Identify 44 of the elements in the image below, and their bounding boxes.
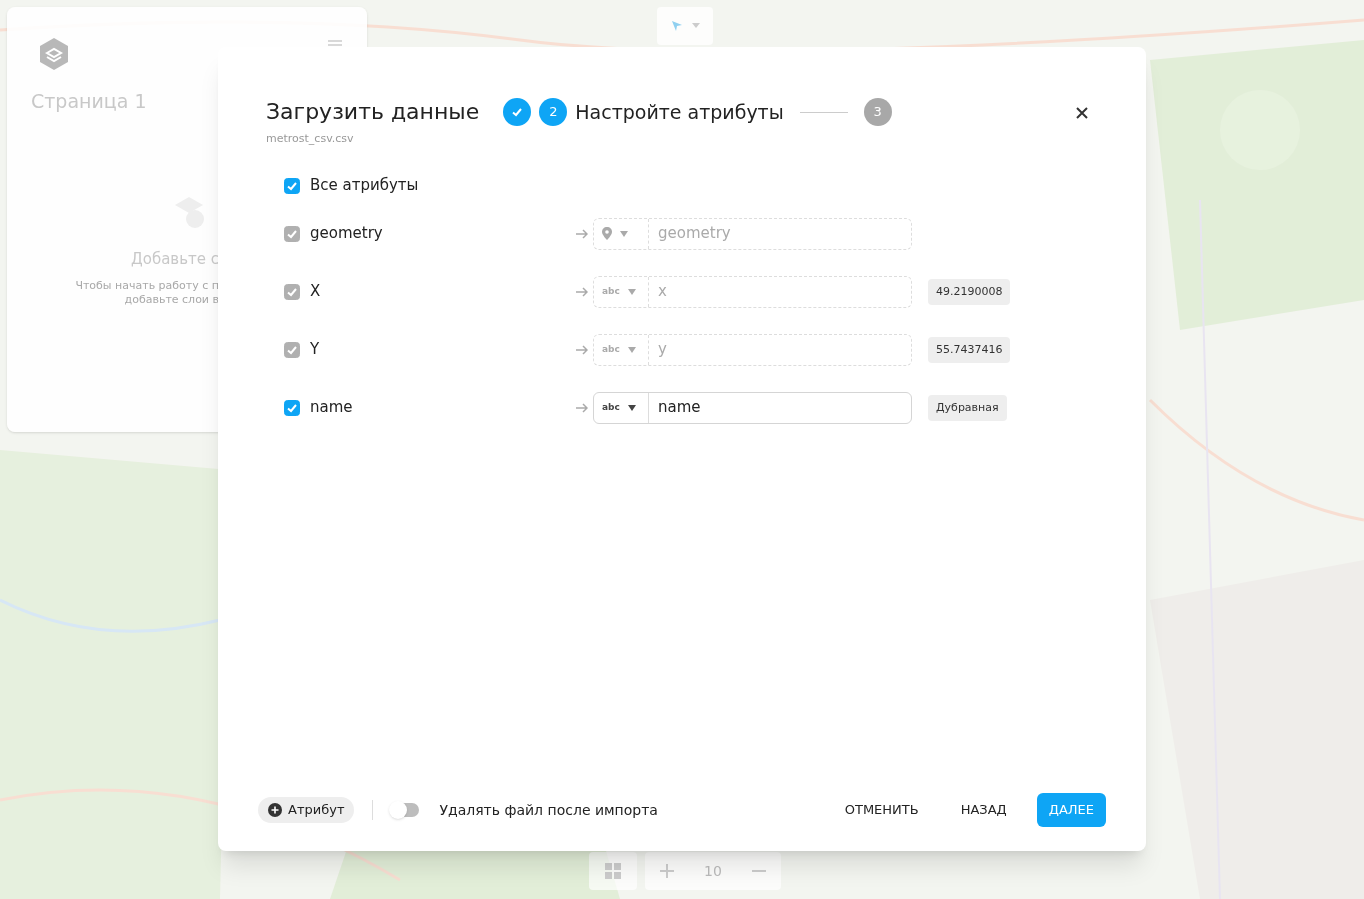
zoom-in-icon[interactable] [660,864,674,878]
select-tool-icon[interactable] [670,19,684,33]
step-number: 3 [863,98,892,126]
arrow-icon [576,228,588,239]
field-value: geometry [657,223,731,245]
dialog-title: Загрузить данные [266,98,480,126]
caret-icon[interactable] [627,404,636,411]
sample-value: Дубравная [928,394,1007,421]
type-label: abc [602,284,620,298]
toggle-label: Удалять файл после импорта [439,800,658,820]
field-value: x [657,281,667,303]
plus-circle-icon [268,803,282,817]
hint-text: Чтобы начать работу с п [75,279,219,293]
type-label: abc [602,400,620,414]
toggle-switch[interactable] [391,803,420,817]
hint-text: добавьте слои в [124,293,219,307]
field-value: name [657,397,701,419]
attribute-name: X [310,281,321,303]
arrow-icon [576,286,588,297]
add-attribute-button[interactable]: Атрибут [258,797,355,823]
step-label: Настройте атрибуты [575,99,784,125]
attribute-name: name [310,397,353,419]
pin-icon [602,227,612,240]
close-icon[interactable] [1076,107,1088,119]
arrow-icon [576,402,588,413]
arrow-icon [576,344,588,355]
checkbox-label: Все атрибуты [310,175,419,197]
attribute-name: geometry [310,223,383,245]
sample-value: 49.2190008 [928,278,1011,305]
field-value: y [657,339,667,361]
checkbox[interactable] [284,177,300,194]
back-button[interactable]: НАЗАД [948,793,1019,827]
file-name: metrost_csv.csv [266,131,355,147]
grid-icon [605,863,621,879]
cancel-button[interactable]: ОТМЕНИТЬ [832,793,931,827]
step-number: 2 [539,98,568,126]
type-label: abc [602,342,620,356]
checkbox[interactable] [284,399,300,416]
sample-value: 55.7437416 [928,336,1011,363]
logo-icon [38,37,70,71]
attribute-name: Y [310,339,320,361]
grid-button[interactable] [589,852,637,890]
zoom-level: 10 [704,861,722,881]
attribute-field[interactable]: abc name [593,391,912,424]
